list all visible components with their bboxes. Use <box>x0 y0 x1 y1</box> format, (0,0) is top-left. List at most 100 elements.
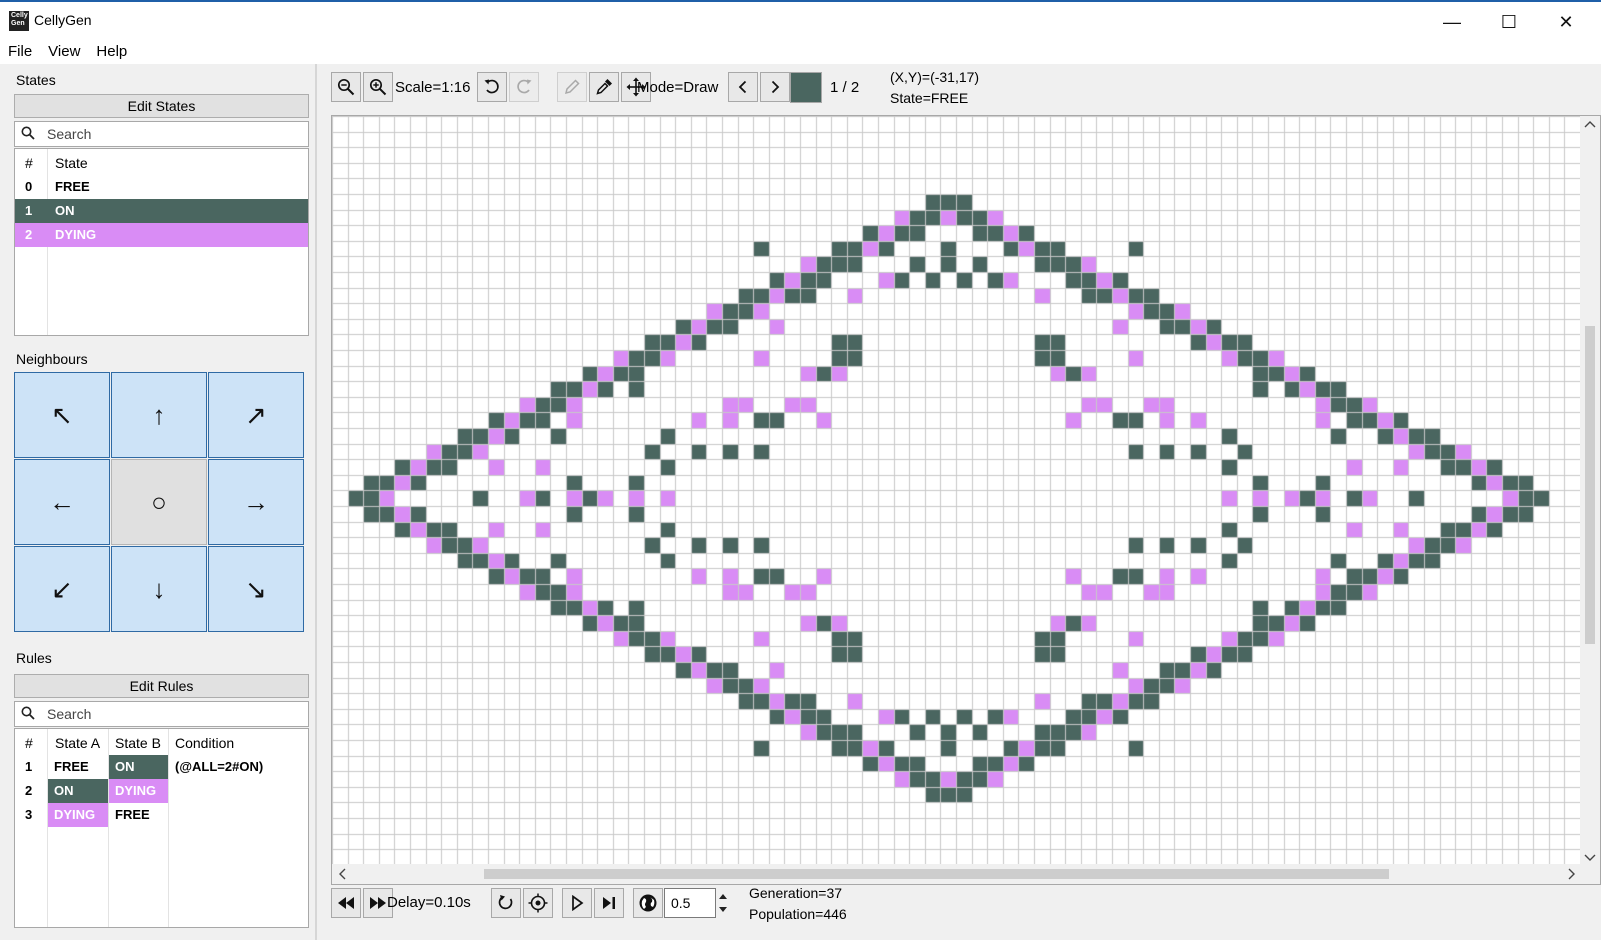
states-header: # State <box>15 151 308 175</box>
circle-icon: ○ <box>151 486 167 517</box>
rules-heading: Rules <box>16 650 52 666</box>
arrow-down-icon: ↓ <box>152 573 166 604</box>
neighbour-s-button[interactable]: ↓ <box>111 546 207 632</box>
rule-state-a: DYING <box>48 803 108 827</box>
neighbour-n-button[interactable]: ↑ <box>111 372 207 458</box>
reset-icon <box>498 895 513 910</box>
zoom-in-icon <box>369 78 387 96</box>
zoom-out-icon <box>337 78 355 96</box>
speed-spinbox[interactable] <box>664 888 716 918</box>
center-view-button[interactable] <box>523 888 553 918</box>
scroll-right-icon[interactable] <box>1568 868 1576 880</box>
scroll-up-icon[interactable] <box>1584 120 1596 128</box>
neighbour-e-button[interactable]: → <box>208 459 304 545</box>
neighbours-heading: Neighbours <box>16 351 88 367</box>
states-search[interactable] <box>14 121 309 147</box>
state-name: DYING <box>55 227 97 242</box>
menu-file[interactable]: File <box>0 40 40 64</box>
undo-button[interactable] <box>477 72 507 102</box>
eyedropper-tool-button[interactable] <box>589 72 619 102</box>
scroll-down-icon[interactable] <box>1584 854 1596 862</box>
state-row-free[interactable]: 0 FREE <box>15 175 308 199</box>
states-heading: States <box>16 72 56 88</box>
state-name: ON <box>55 203 75 218</box>
neighbour-ne-button[interactable]: ↗ <box>208 372 304 458</box>
play-button[interactable] <box>562 888 592 918</box>
close-icon: ✕ <box>1558 11 1574 32</box>
search-icon <box>21 706 35 720</box>
state-name: FREE <box>55 179 90 194</box>
coords-label: (X,Y)=(-31,17) <box>890 69 980 85</box>
hover-state-label: State=FREE <box>890 90 969 106</box>
rule-condition: (@ALL=2#ON) <box>175 759 264 774</box>
column-header: # <box>25 155 33 171</box>
rule-row[interactable]: 3 DYING FREE <box>15 803 308 827</box>
states-table: # State 0 FREE 1 ON 2 DYING <box>14 148 309 336</box>
arrow-up-left-icon: ↖ <box>51 399 73 430</box>
neighbour-w-button[interactable]: ← <box>14 459 110 545</box>
rules-search-input[interactable] <box>45 705 300 723</box>
speed-input[interactable] <box>669 894 713 912</box>
state-row-dying[interactable]: 2 DYING <box>15 223 308 247</box>
state-number: 2 <box>25 227 33 242</box>
cell-canvas-area[interactable] <box>331 115 1601 885</box>
spin-arrows-icon[interactable] <box>714 888 732 918</box>
column-header: State B <box>115 735 161 751</box>
window-title: CellyGen <box>34 12 92 28</box>
rules-search[interactable] <box>14 701 309 727</box>
zoom-out-button[interactable] <box>331 72 361 102</box>
horizontal-scrollbar[interactable] <box>332 864 1582 884</box>
step-forward-icon <box>603 897 615 909</box>
next-state-button[interactable] <box>760 72 790 102</box>
menu-bar: File View Help <box>0 40 1601 64</box>
minimize-button[interactable]: — <box>1424 4 1480 40</box>
column-header: # <box>25 735 33 751</box>
fast-forward-icon <box>370 897 386 909</box>
scroll-left-icon[interactable] <box>338 868 346 880</box>
pencil-tool-button[interactable] <box>557 72 587 102</box>
neighbour-nw-button[interactable]: ↖ <box>14 372 110 458</box>
slower-button[interactable] <box>331 888 361 918</box>
arrow-up-icon: ↑ <box>152 399 166 430</box>
arrow-down-right-icon: ↘ <box>245 573 267 604</box>
state-page-label: 1 / 2 <box>830 79 860 96</box>
reset-button[interactable] <box>491 888 521 918</box>
rule-row[interactable]: 1 FREE ON (@ALL=2#ON) <box>15 755 308 779</box>
column-header: State A <box>55 735 101 751</box>
horizontal-scroll-thumb[interactable] <box>484 869 1389 879</box>
menu-help[interactable]: Help <box>88 40 135 64</box>
maximize-button[interactable]: ☐ <box>1481 4 1537 40</box>
vertical-scrollbar[interactable] <box>1580 116 1600 866</box>
vertical-scroll-thumb[interactable] <box>1585 326 1595 644</box>
redo-button[interactable] <box>509 72 539 102</box>
neighbours-grid: ↖ ↑ ↗ ← ○ → ↙ ↓ ↘ <box>14 372 309 633</box>
delay-label: Delay=0.10s <box>387 894 471 911</box>
cell-grid-canvas[interactable] <box>332 116 1582 866</box>
state-row-on[interactable]: 1 ON <box>15 199 308 223</box>
menu-view[interactable]: View <box>40 40 88 64</box>
rule-row[interactable]: 2 ON DYING <box>15 779 308 803</box>
close-button[interactable]: ✕ <box>1538 4 1594 40</box>
speed-spin-arrows[interactable] <box>714 888 732 918</box>
neighbour-sw-button[interactable]: ↙ <box>14 546 110 632</box>
rule-state-b: ON <box>109 755 168 779</box>
state-number: 0 <box>25 179 33 194</box>
states-search-input[interactable] <box>45 125 300 143</box>
edit-states-button[interactable]: Edit States <box>14 94 309 118</box>
current-state-swatch[interactable] <box>790 72 822 103</box>
mode-label: Mode=Draw <box>637 79 719 96</box>
zoom-in-button[interactable] <box>363 72 393 102</box>
arrow-up-right-icon: ↗ <box>245 399 267 430</box>
maximize-icon: ☐ <box>1500 11 1518 32</box>
neighbour-self-button[interactable]: ○ <box>111 459 207 545</box>
prev-state-button[interactable] <box>728 72 758 102</box>
rules-table: # State A State B Condition 1 FREE ON (@… <box>14 728 309 928</box>
edit-rules-button[interactable]: Edit Rules <box>14 674 309 698</box>
rule-number: 1 <box>25 759 33 774</box>
chevron-left-icon <box>738 80 747 94</box>
globe-button[interactable] <box>633 888 663 918</box>
neighbour-se-button[interactable]: ↘ <box>208 546 304 632</box>
rule-state-a: FREE <box>54 759 89 774</box>
step-button[interactable] <box>594 888 624 918</box>
rewind-icon <box>338 897 354 909</box>
